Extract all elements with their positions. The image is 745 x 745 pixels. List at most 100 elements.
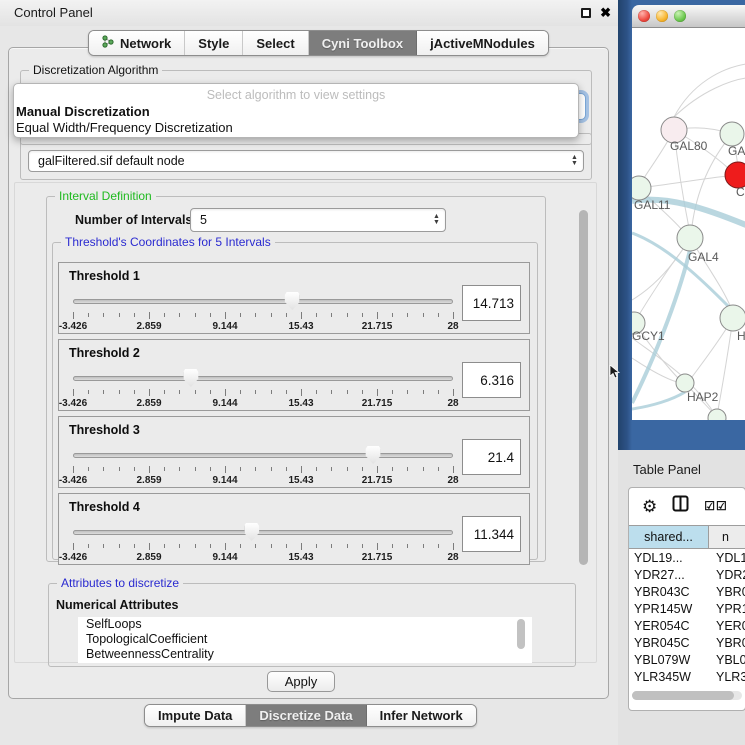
network-node-label: HAP2 [687,390,719,404]
table-rows: YDL19...YDL1YDR27...YDR2YBR043CYBR0YPR14… [629,549,745,689]
network-edge [718,318,733,410]
table-row[interactable]: YDR27...YDR2 [629,566,745,583]
list-scrollbar[interactable] [517,619,525,649]
column-header-name[interactable]: n [709,526,745,548]
table-row[interactable]: YDL19...YDL1 [629,549,745,566]
tab-impute-data[interactable]: Impute Data [145,705,246,726]
stepper-arrows-icon[interactable]: ▲▼ [566,151,583,171]
table-row[interactable]: YLR345WYLR3 [629,668,745,685]
cell-name: YIL0 [709,687,745,690]
cell-shared-name: YBR043C [629,585,709,599]
threshold-value-field[interactable]: 14.713 [462,285,521,321]
close-traffic-light-icon[interactable] [638,10,650,22]
checkbox-checked-icon[interactable]: ☑☑ [704,499,728,513]
number-of-intervals-value: 5 [191,213,428,227]
tab-network[interactable]: Network [89,31,185,55]
network-node-label: GCY1 [632,329,665,343]
slider-ticks [73,312,453,320]
network-node[interactable] [677,225,703,251]
network-window-titlebar[interactable] [632,5,745,28]
scale-label: -3.426 [59,321,87,332]
tab-label: Style [198,36,229,51]
slider-thumb[interactable] [183,369,198,387]
network-window-frame: GAL80GACGAL11GAL4GCY1HHAP2 [618,0,745,450]
tab-style[interactable]: Style [185,31,243,55]
threshold-value-field[interactable]: 21.4 [462,439,521,475]
horizontal-scrollbar[interactable] [632,691,742,700]
cell-shared-name: YDR27... [629,568,709,582]
zoom-traffic-light-icon[interactable] [674,10,686,22]
slider-thumb[interactable] [366,446,381,464]
network-canvas[interactable]: GAL80GACGAL11GAL4GCY1HHAP2 [632,28,745,420]
algorithm-dropdown-popup: Select algorithm to view settings Manual… [13,83,579,138]
minimize-traffic-light-icon[interactable] [656,10,668,22]
scale-label: 2.859 [136,398,161,409]
slider-track [73,530,453,535]
float-window-icon[interactable] [581,8,591,18]
numerical-attributes-list[interactable]: SelfLoopsTopologicalCoefficientBetweenne… [78,617,532,663]
slider-ticks [73,543,453,551]
table-row[interactable]: YER054CYER0 [629,617,745,634]
scale-label: 15.43 [288,321,313,332]
scale-label: -3.426 [59,475,87,486]
slider-thumb[interactable] [285,292,300,310]
table-row[interactable]: YBL079WYBL0 [629,651,745,668]
network-node[interactable] [632,176,651,200]
scale-label: 2.859 [136,321,161,332]
attribute-list-item[interactable]: SelfLoops [78,617,532,632]
cell-name: YDL1 [709,551,745,565]
tab-jactivemnodules[interactable]: jActiveMNodules [417,31,548,55]
cyni-mode-tab-bar: Impute Data Discretize Data Infer Network [144,704,477,727]
threshold-value-field[interactable]: 6.316 [462,362,521,398]
column-header-shared-name[interactable]: shared... [629,526,709,548]
tab-discretize-data[interactable]: Discretize Data [246,705,366,726]
table-row[interactable]: YPR145WYPR1 [629,600,745,617]
tab-select[interactable]: Select [243,31,308,55]
tab-label: Discretize Data [259,708,352,723]
split-columns-icon[interactable] [672,495,689,517]
control-panel: Control Panel ✖ Network Style Select Cyni T… [0,0,618,745]
apply-button[interactable]: Apply [267,671,335,692]
network-node-label: GAL11 [634,198,671,212]
number-of-intervals-combobox[interactable]: 5 ▲▼ [190,208,446,232]
slider-ticks [73,389,453,397]
threshold-slider[interactable]: -3.4262.8599.14415.4321.71528 [73,368,453,410]
threshold-value-field[interactable]: 11.344 [462,516,521,552]
threshold-slider[interactable]: -3.4262.8599.14415.4321.71528 [73,522,453,564]
scale-label: 9.144 [212,321,237,332]
table-row[interactable]: YBR043CYBR0 [629,583,745,600]
attribute-list-item[interactable]: TopologicalCoefficient [78,632,532,647]
threshold-slider[interactable]: -3.4262.8599.14415.4321.71528 [73,291,453,333]
cell-shared-name: YLR345W [629,670,709,684]
stepper-arrows-icon[interactable]: ▲▼ [428,209,445,231]
tab-label: Impute Data [158,708,232,723]
tab-label: Cyni Toolbox [322,36,403,51]
attribute-list-item[interactable]: BetweennessCentrality [78,647,532,662]
network-node-label: GAL80 [670,139,708,153]
dropdown-option-equal-width-frequency[interactable]: Equal Width/Frequency Discretization [16,120,233,135]
dropdown-option-manual-discretization[interactable]: Manual Discretization [16,104,150,119]
table-data-combobox[interactable]: galFiltered.sif default node ▲▼ [28,150,584,172]
table-row[interactable]: YBR045CYBR0 [629,634,745,651]
table-toolbar: ⚙ ☑☑ [629,488,745,524]
scale-label: -3.426 [59,552,87,563]
network-node[interactable] [720,122,744,146]
table-header-row: shared... n [629,525,745,549]
cell-name: YBL0 [709,653,745,667]
network-node-label: GA [728,144,745,158]
threshold-slider[interactable]: -3.4262.8599.14415.4321.71528 [73,445,453,487]
panel-title: Control Panel [14,5,93,20]
slider-scale-labels: -3.4262.8599.14415.4321.71528 [73,398,453,410]
gear-icon[interactable]: ⚙ [642,498,657,515]
slider-thumb[interactable] [244,523,259,541]
table-row[interactable]: YIL052CYIL0 [629,685,745,689]
close-icon[interactable]: ✖ [600,5,611,20]
tab-cyni-toolbox[interactable]: Cyni Toolbox [309,31,417,55]
network-node[interactable] [720,305,745,331]
scrollbar-thumb[interactable] [632,691,734,700]
vertical-scrollbar[interactable] [579,210,588,565]
network-node-label: GAL4 [688,250,719,264]
network-node-label: H [737,329,745,343]
network-graph: GAL80GACGAL11GAL4GCY1HHAP2 [632,28,745,420]
tab-infer-network[interactable]: Infer Network [367,705,476,726]
